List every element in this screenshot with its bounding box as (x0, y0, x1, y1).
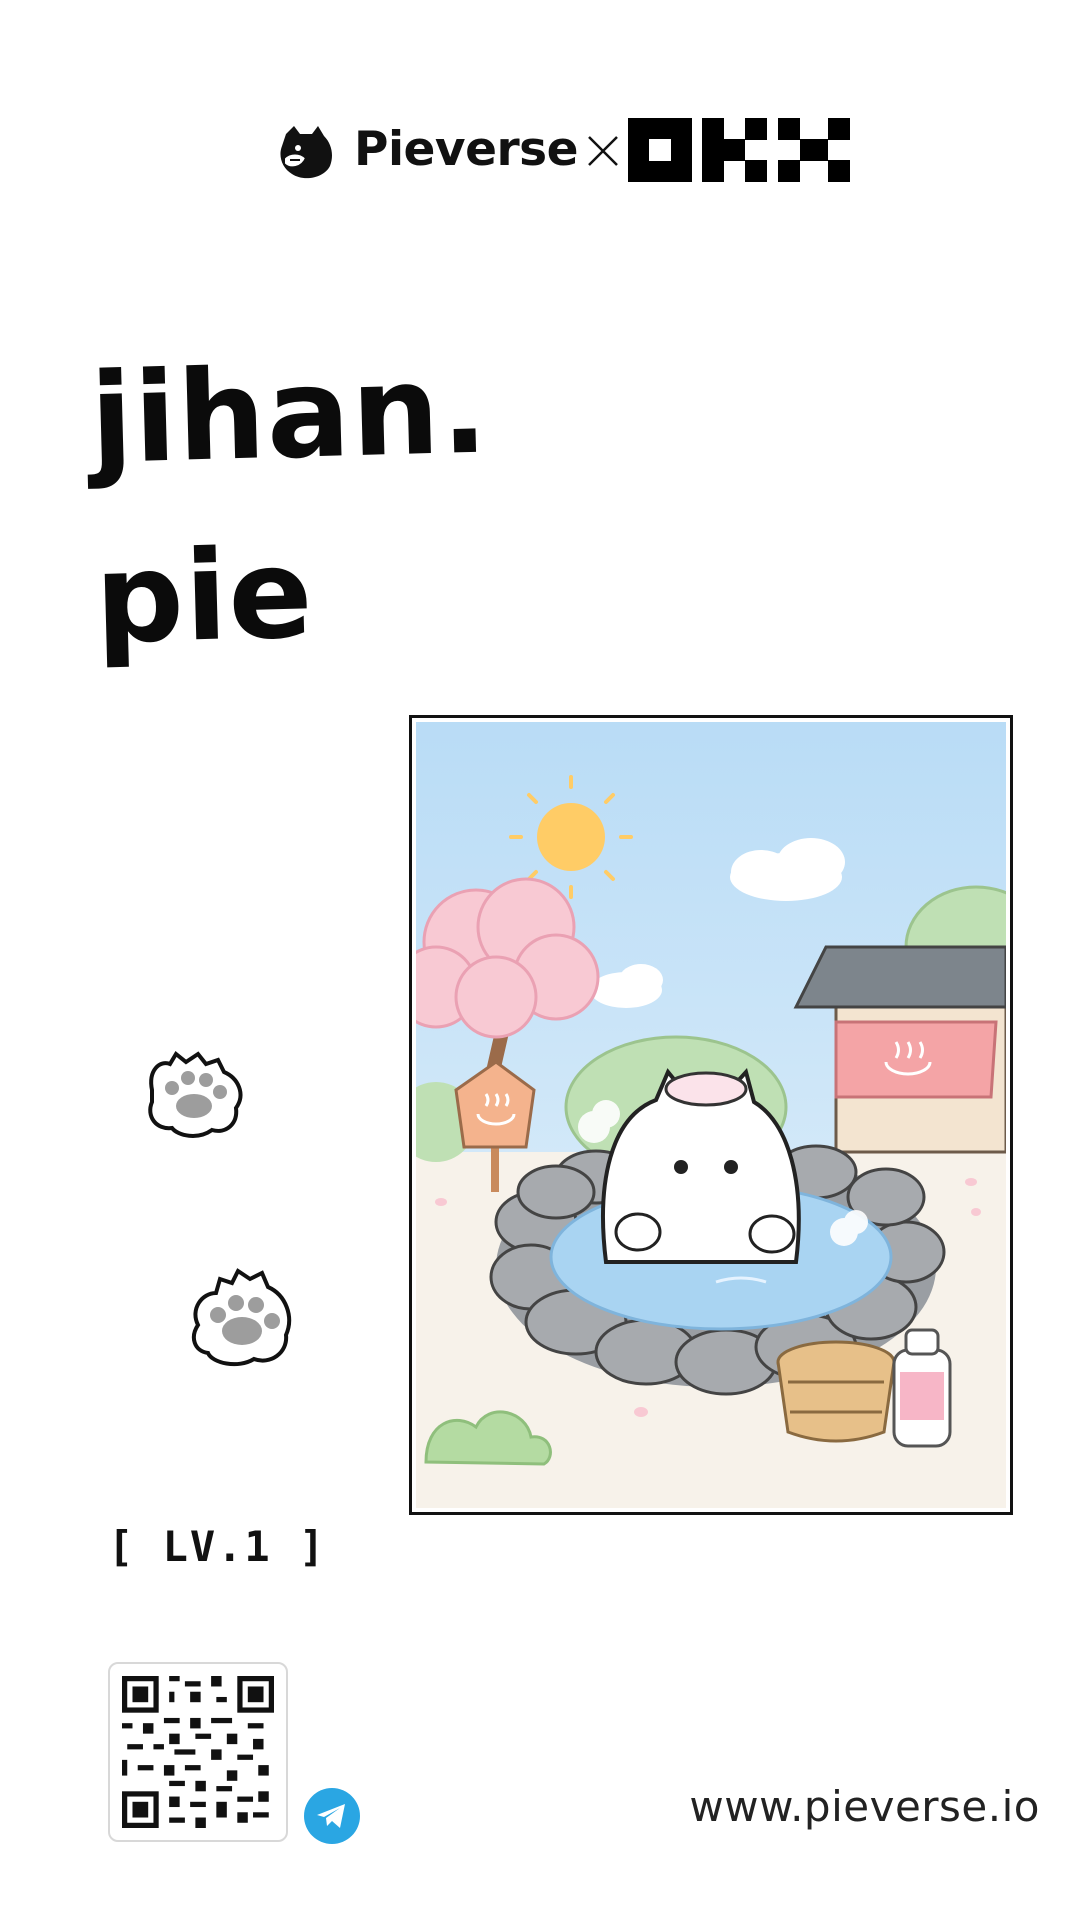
pieverse-logo-icon (280, 126, 332, 179)
user-handle: jihan. pie (88, 320, 496, 690)
handle-line-1: jihan. (88, 337, 491, 492)
collab-x-icon (588, 136, 618, 166)
cat-in-hot-spring-illustration (416, 722, 1006, 1508)
handle-line-2: pie (93, 522, 316, 672)
paw-print-icon (148, 1051, 243, 1138)
level-badge: [ LV.1 ] (108, 1522, 327, 1571)
qr-code[interactable] (108, 1662, 288, 1842)
artwork-frame (409, 715, 1013, 1515)
okx-logo-icon (628, 118, 850, 182)
website-link[interactable]: www.pieverse.io (689, 1782, 1040, 1831)
telegram-icon (317, 1804, 345, 1828)
qr-code-icon (122, 1676, 274, 1828)
header: Pieverse (276, 112, 856, 192)
paw-print-icon (191, 1268, 292, 1367)
telegram-button[interactable] (304, 1788, 360, 1844)
brand-name: Pieverse (354, 122, 578, 177)
